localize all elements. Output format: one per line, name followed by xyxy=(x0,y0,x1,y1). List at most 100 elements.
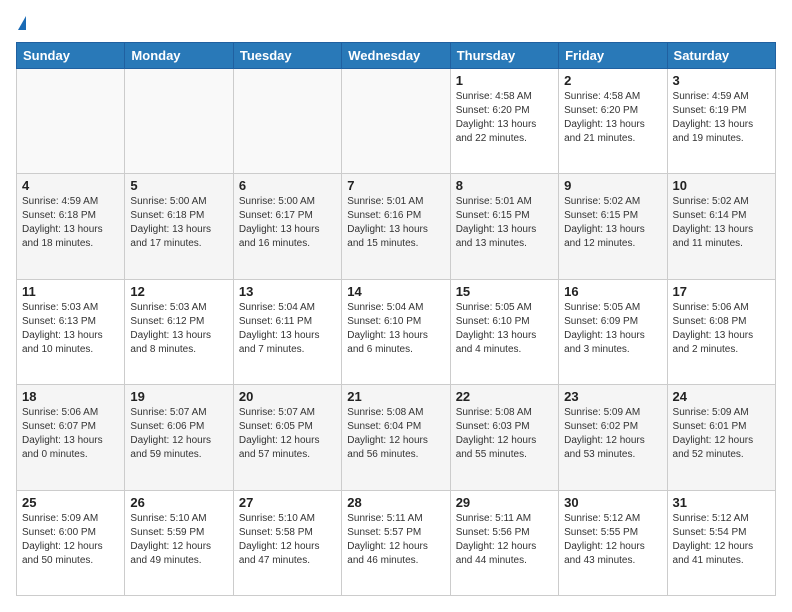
day-number: 26 xyxy=(130,495,227,510)
calendar-cell: 3 Sunrise: 4:59 AMSunset: 6:19 PMDaylight… xyxy=(667,69,775,174)
day-info: Sunrise: 5:00 AMSunset: 6:17 PMDaylight:… xyxy=(239,195,336,251)
day-info: Sunrise: 5:01 AMSunset: 6:15 PMDaylight:… xyxy=(456,195,553,251)
calendar-header-sunday: Sunday xyxy=(17,43,125,69)
day-number: 15 xyxy=(456,284,553,299)
day-info: Sunrise: 5:10 AMSunset: 5:59 PMDaylight:… xyxy=(130,512,227,568)
day-number: 12 xyxy=(130,284,227,299)
day-number: 25 xyxy=(22,495,119,510)
calendar-cell: 7 Sunrise: 5:01 AMSunset: 6:16 PMDaylight… xyxy=(342,174,450,279)
calendar-cell: 31Sunrise: 5:12 AMSunset: 5:54 PMDayligh… xyxy=(667,490,775,595)
calendar-cell: 17Sunrise: 5:06 AMSunset: 6:08 PMDayligh… xyxy=(667,279,775,384)
day-number: 5 xyxy=(130,178,227,193)
day-number: 13 xyxy=(239,284,336,299)
day-info: Sunrise: 5:05 AMSunset: 6:10 PMDaylight:… xyxy=(456,301,553,357)
calendar-week-row: 18 Sunrise: 5:06 AMSunset: 6:07 PMDayligh… xyxy=(17,385,776,490)
day-number: 9 xyxy=(564,178,661,193)
calendar-cell: 15 Sunrise: 5:05 AMSunset: 6:10 PMDayligh… xyxy=(450,279,558,384)
day-number: 2 xyxy=(564,73,661,88)
calendar-cell: 20 Sunrise: 5:07 AMSunset: 6:05 PMDayligh… xyxy=(233,385,341,490)
day-info: Sunrise: 4:59 AMSunset: 6:19 PMDaylight:… xyxy=(673,90,770,146)
calendar-cell xyxy=(17,69,125,174)
day-number: 30 xyxy=(564,495,661,510)
day-info: Sunrise: 5:01 AMSunset: 6:16 PMDaylight:… xyxy=(347,195,444,251)
day-info: Sunrise: 5:09 AMSunset: 6:02 PMDaylight:… xyxy=(564,406,661,462)
day-info: Sunrise: 5:03 AMSunset: 6:13 PMDaylight:… xyxy=(22,301,119,357)
day-info: Sunrise: 4:58 AMSunset: 6:20 PMDaylight:… xyxy=(456,90,553,146)
day-number: 31 xyxy=(673,495,770,510)
day-info: Sunrise: 5:07 AMSunset: 6:05 PMDaylight:… xyxy=(239,406,336,462)
day-info: Sunrise: 5:00 AMSunset: 6:18 PMDaylight:… xyxy=(130,195,227,251)
calendar-header-saturday: Saturday xyxy=(667,43,775,69)
day-number: 21 xyxy=(347,389,444,404)
calendar-cell: 14 Sunrise: 5:04 AMSunset: 6:10 PMDayligh… xyxy=(342,279,450,384)
calendar-cell: 19Sunrise: 5:07 AMSunset: 6:06 PMDayligh… xyxy=(125,385,233,490)
calendar-cell: 1 Sunrise: 4:58 AMSunset: 6:20 PMDaylight… xyxy=(450,69,558,174)
day-info: Sunrise: 5:11 AMSunset: 5:56 PMDaylight:… xyxy=(456,512,553,568)
day-info: Sunrise: 5:10 AMSunset: 5:58 PMDaylight:… xyxy=(239,512,336,568)
day-info: Sunrise: 5:02 AMSunset: 6:15 PMDaylight:… xyxy=(564,195,661,251)
calendar-cell: 23 Sunrise: 5:09 AMSunset: 6:02 PMDayligh… xyxy=(559,385,667,490)
day-number: 11 xyxy=(22,284,119,299)
day-info: Sunrise: 5:04 AMSunset: 6:11 PMDaylight:… xyxy=(239,301,336,357)
day-number: 8 xyxy=(456,178,553,193)
calendar-cell xyxy=(342,69,450,174)
day-number: 1 xyxy=(456,73,553,88)
day-number: 3 xyxy=(673,73,770,88)
calendar-cell: 18 Sunrise: 5:06 AMSunset: 6:07 PMDayligh… xyxy=(17,385,125,490)
day-info: Sunrise: 4:58 AMSunset: 6:20 PMDaylight:… xyxy=(564,90,661,146)
calendar-week-row: 4 Sunrise: 4:59 AMSunset: 6:18 PMDaylight… xyxy=(17,174,776,279)
calendar-cell: 22Sunrise: 5:08 AMSunset: 6:03 PMDayligh… xyxy=(450,385,558,490)
day-number: 29 xyxy=(456,495,553,510)
day-info: Sunrise: 5:05 AMSunset: 6:09 PMDaylight:… xyxy=(564,301,661,357)
day-number: 27 xyxy=(239,495,336,510)
day-number: 22 xyxy=(456,389,553,404)
day-number: 20 xyxy=(239,389,336,404)
calendar-cell: 9 Sunrise: 5:02 AMSunset: 6:15 PMDaylight… xyxy=(559,174,667,279)
calendar-cell: 13 Sunrise: 5:04 AMSunset: 6:11 PMDayligh… xyxy=(233,279,341,384)
day-number: 18 xyxy=(22,389,119,404)
calendar-header-monday: Monday xyxy=(125,43,233,69)
day-info: Sunrise: 5:08 AMSunset: 6:04 PMDaylight:… xyxy=(347,406,444,462)
calendar-cell: 12Sunrise: 5:03 AMSunset: 6:12 PMDayligh… xyxy=(125,279,233,384)
day-info: Sunrise: 5:12 AMSunset: 5:55 PMDaylight:… xyxy=(564,512,661,568)
day-info: Sunrise: 5:09 AMSunset: 6:01 PMDaylight:… xyxy=(673,406,770,462)
calendar-cell: 28Sunrise: 5:11 AMSunset: 5:57 PMDayligh… xyxy=(342,490,450,595)
logo-triangle-icon xyxy=(18,16,26,30)
day-number: 7 xyxy=(347,178,444,193)
calendar-table: SundayMondayTuesdayWednesdayThursdayFrid… xyxy=(16,42,776,596)
calendar-cell: 4 Sunrise: 4:59 AMSunset: 6:18 PMDaylight… xyxy=(17,174,125,279)
calendar-cell: 21 Sunrise: 5:08 AMSunset: 6:04 PMDayligh… xyxy=(342,385,450,490)
day-number: 23 xyxy=(564,389,661,404)
calendar-cell: 27 Sunrise: 5:10 AMSunset: 5:58 PMDayligh… xyxy=(233,490,341,595)
calendar-cell xyxy=(125,69,233,174)
calendar-cell: 29 Sunrise: 5:11 AMSunset: 5:56 PMDayligh… xyxy=(450,490,558,595)
logo xyxy=(16,16,26,32)
calendar-week-row: 25 Sunrise: 5:09 AMSunset: 6:00 PMDayligh… xyxy=(17,490,776,595)
day-info: Sunrise: 4:59 AMSunset: 6:18 PMDaylight:… xyxy=(22,195,119,251)
day-number: 10 xyxy=(673,178,770,193)
logo-text xyxy=(16,16,26,32)
calendar-week-row: 11 Sunrise: 5:03 AMSunset: 6:13 PMDayligh… xyxy=(17,279,776,384)
calendar-header-wednesday: Wednesday xyxy=(342,43,450,69)
calendar-cell: 5 Sunrise: 5:00 AMSunset: 6:18 PMDaylight… xyxy=(125,174,233,279)
day-info: Sunrise: 5:09 AMSunset: 6:00 PMDaylight:… xyxy=(22,512,119,568)
calendar-week-row: 1 Sunrise: 4:58 AMSunset: 6:20 PMDaylight… xyxy=(17,69,776,174)
day-number: 14 xyxy=(347,284,444,299)
calendar-cell: 26 Sunrise: 5:10 AMSunset: 5:59 PMDayligh… xyxy=(125,490,233,595)
calendar-header-thursday: Thursday xyxy=(450,43,558,69)
calendar-cell: 16 Sunrise: 5:05 AMSunset: 6:09 PMDayligh… xyxy=(559,279,667,384)
header xyxy=(16,16,776,32)
day-info: Sunrise: 5:07 AMSunset: 6:06 PMDaylight:… xyxy=(130,406,227,462)
day-number: 4 xyxy=(22,178,119,193)
calendar-cell: 30 Sunrise: 5:12 AMSunset: 5:55 PMDayligh… xyxy=(559,490,667,595)
calendar-header-tuesday: Tuesday xyxy=(233,43,341,69)
day-info: Sunrise: 5:11 AMSunset: 5:57 PMDaylight:… xyxy=(347,512,444,568)
day-info: Sunrise: 5:04 AMSunset: 6:10 PMDaylight:… xyxy=(347,301,444,357)
day-info: Sunrise: 5:06 AMSunset: 6:07 PMDaylight:… xyxy=(22,406,119,462)
calendar-header-friday: Friday xyxy=(559,43,667,69)
day-number: 6 xyxy=(239,178,336,193)
day-number: 16 xyxy=(564,284,661,299)
calendar-cell: 8 Sunrise: 5:01 AMSunset: 6:15 PMDaylight… xyxy=(450,174,558,279)
calendar-cell: 2 Sunrise: 4:58 AMSunset: 6:20 PMDaylight… xyxy=(559,69,667,174)
day-number: 17 xyxy=(673,284,770,299)
